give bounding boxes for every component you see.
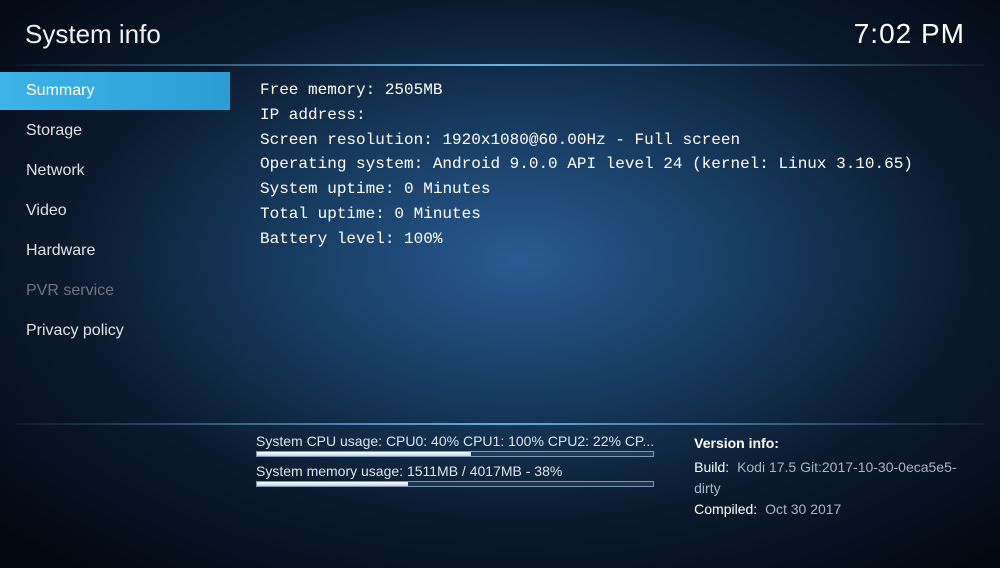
info-value: Android 9.0.0 API level 24 (kernel: Linu… <box>433 152 913 177</box>
memory-usage-bar <box>256 481 654 487</box>
info-line: Total uptime: 0 Minutes <box>260 202 960 227</box>
info-value: 2505MB <box>385 78 443 103</box>
cpu-usage-label: System CPU usage: CPU0: 40% CPU1: 100% C… <box>256 433 654 449</box>
info-line: Free memory: 2505MB <box>260 78 960 103</box>
info-label: Screen resolution: <box>260 128 442 153</box>
sidebar-item-video[interactable]: Video <box>0 192 230 230</box>
info-line: System uptime: 0 Minutes <box>260 177 960 202</box>
usage-column: System CPU usage: CPU0: 40% CPU1: 100% C… <box>256 433 654 520</box>
footer-divider <box>16 423 984 425</box>
version-build-value: Kodi 17.5 Git:2017-10-30-0eca5e5-dirty <box>694 459 956 496</box>
version-build-label: Build: <box>694 459 729 475</box>
version-compiled-value: Oct 30 2017 <box>765 501 841 517</box>
footer: System CPU usage: CPU0: 40% CPU1: 100% C… <box>16 423 984 520</box>
sidebar: SummaryStorageNetworkVideoHardwarePVR se… <box>0 66 230 396</box>
info-line: IP address: <box>260 103 960 128</box>
info-value: 0 Minutes <box>404 177 490 202</box>
info-value: 100% <box>404 227 442 252</box>
version-build: Build: Kodi 17.5 Git:2017-10-30-0eca5e5-… <box>694 457 974 499</box>
content-area: SummaryStorageNetworkVideoHardwarePVR se… <box>0 66 1000 396</box>
sidebar-item-summary[interactable]: Summary <box>0 72 230 110</box>
memory-usage-block: System memory usage: 1511MB / 4017MB - 3… <box>256 463 654 487</box>
sidebar-item-privacy-policy[interactable]: Privacy policy <box>0 312 230 350</box>
info-label: Total uptime: <box>260 202 394 227</box>
header: System info 7:02 PM <box>0 0 1000 64</box>
info-label: IP address: <box>260 103 366 128</box>
page-title: System info <box>25 19 161 50</box>
info-label: Free memory: <box>260 78 385 103</box>
info-label: System uptime: <box>260 177 404 202</box>
info-line: Operating system: Android 9.0.0 API leve… <box>260 152 960 177</box>
version-compiled-label: Compiled: <box>694 501 757 517</box>
info-label: Battery level: <box>260 227 404 252</box>
sidebar-item-hardware[interactable]: Hardware <box>0 232 230 270</box>
info-value: 0 Minutes <box>394 202 480 227</box>
cpu-usage-fill <box>257 452 471 456</box>
info-line: Screen resolution: 1920x1080@60.00Hz - F… <box>260 128 960 153</box>
memory-usage-label: System memory usage: 1511MB / 4017MB - 3… <box>256 463 654 479</box>
version-column: Version info: Build: Kodi 17.5 Git:2017-… <box>694 433 974 520</box>
summary-panel: Free memory: 2505MBIP address:Screen res… <box>230 66 1000 396</box>
sidebar-item-storage[interactable]: Storage <box>0 112 230 150</box>
info-label: Operating system: <box>260 152 433 177</box>
memory-usage-fill <box>257 482 408 486</box>
clock: 7:02 PM <box>854 18 965 50</box>
info-value: 1920x1080@60.00Hz - Full screen <box>442 128 740 153</box>
sidebar-item-pvr-service: PVR service <box>0 272 230 310</box>
cpu-usage-bar <box>256 451 654 457</box>
cpu-usage-block: System CPU usage: CPU0: 40% CPU1: 100% C… <box>256 433 654 457</box>
sidebar-item-network[interactable]: Network <box>0 152 230 190</box>
version-title: Version info: <box>694 433 974 454</box>
version-compiled: Compiled: Oct 30 2017 <box>694 499 974 520</box>
info-line: Battery level: 100% <box>260 227 960 252</box>
